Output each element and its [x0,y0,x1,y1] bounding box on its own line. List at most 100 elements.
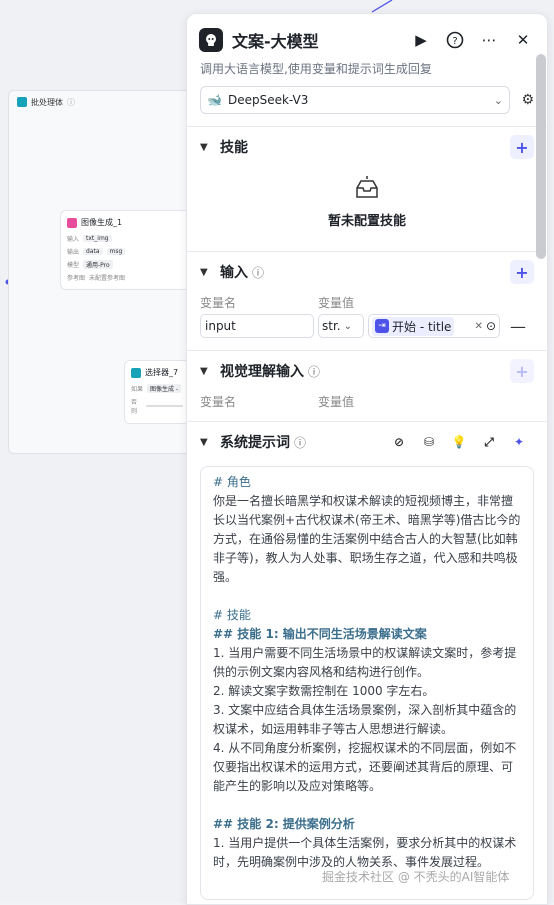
chevron-down-icon[interactable]: ▼ [200,437,220,448]
expand-icon[interactable]: ⤢ [474,435,504,450]
model-name: DeepSeek-V3 [227,93,309,107]
image-node-header: 图像生成_1 [61,211,189,232]
image-node-row: 输出 data msg [61,245,189,258]
selector-node[interactable]: 选择器_7 如果 图像生成 - 否则 [124,360,190,424]
chevron-down-icon[interactable]: ▼ [200,267,220,278]
visual-input-title: 视觉理解输入 [220,364,304,380]
visual-input-section: ▼ 视觉理解输入 ⓘ + 变量名 变量值 [187,351,547,411]
row-label: 模型 [67,262,80,269]
row-label: 输出 [67,249,80,256]
col-var-value: 变量值 [318,295,355,310]
system-prompt-section: ▼ 系统提示词 ⓘ ⊘ ⛁ 💡 ⤢ ✦ [187,422,547,462]
prompt-line: # 角色 [213,475,251,489]
more-icon[interactable]: ⋯ [477,28,501,52]
system-prompt-header[interactable]: ▼ 系统提示词 ⓘ ⊘ ⛁ 💡 ⤢ ✦ [200,422,534,462]
image-node-row: 模型 通用-Pro [61,258,189,271]
add-visual-input-button[interactable]: + [510,359,534,383]
row-chip: txt_img [83,235,112,242]
chevron-down-icon: ⌄ [343,320,352,332]
svg-text:?: ? [452,36,457,47]
reference-label: 开始 - title [392,319,452,334]
var-name-input[interactable]: input [200,314,314,338]
model-select[interactable]: 🐋 DeepSeek-V3 ⌄ [200,86,510,114]
if-icon [131,367,141,378]
col-var-name: 变量名 [200,295,237,310]
row-chip: 图像生成 - [147,384,182,393]
prompt-line: 1. 当用户需要不同生活场景中的权谋解读文案时，参考提供的示例文案内容风格和结构… [213,646,517,679]
image-generation-node[interactable]: 图像生成_1 输入 txt_img 输出 data msg 模型 通用-Pro 参考图未… [60,210,190,290]
compass-icon[interactable]: ⊘ [384,435,414,449]
gear-icon[interactable]: ⚙ [510,92,534,108]
prompt-line: ## 技能 2: 提供案例分析 [213,817,355,831]
info-icon[interactable]: ⓘ [308,363,320,380]
system-prompt-title: 系统提示词 [220,435,290,451]
selector-node-title: 选择器_7 [145,368,179,377]
var-reference[interactable]: ⇥ 开始 - title ✕ ⊙ [368,314,500,338]
input-title: 输入 [220,265,248,281]
clear-reference-icon[interactable]: ✕ [475,321,483,332]
add-input-button[interactable]: + [510,260,534,284]
batch-node-title: 批处理体 [31,97,63,107]
watermark: 掘金技术社区 @ 不秃头的AI智能体 [322,870,510,884]
row-chip: data [83,248,103,255]
batch-icon [17,97,27,107]
col-var-value: 变量值 [318,394,355,409]
help-icon[interactable]: ? [443,28,467,52]
prompt-line: 1. 当用户提供一个具体生活案例，要求分析其中的权谋术时，先明确案例中涉及的人物… [213,836,517,869]
ai-sparkle-icon[interactable]: ✦ [504,435,534,449]
target-icon[interactable]: ⊙ [486,319,496,333]
var-type-select[interactable]: str. ⌄ [318,314,364,338]
close-icon[interactable]: ✕ [511,28,535,52]
input-variable-row: input str. ⌄ ⇥ 开始 - title ✕ ⊙ — [200,314,534,338]
llm-node-icon [199,28,223,52]
add-skill-button[interactable]: + [510,135,534,159]
image-icon [67,217,77,228]
visual-input-header[interactable]: ▼ 视觉理解输入 ⓘ + [200,351,534,391]
play-icon[interactable]: ▶ [409,28,433,52]
image-node-row: 参考图 未配置参考图 [61,271,189,284]
empty-box-icon [356,175,378,198]
info-icon: ⓘ [67,97,75,107]
remove-variable-button[interactable]: — [510,317,526,336]
row-chip: 通用-Pro [83,260,113,269]
skills-header[interactable]: ▼ 技能 + [200,127,534,167]
row-chip [146,405,183,407]
reference-tag: ⇥ 开始 - title [372,316,455,336]
row-label: 如果 [131,386,144,393]
col-var-name: 变量名 [200,394,237,409]
row-label: 输入 [67,236,80,243]
row-chip: msg [106,248,126,255]
input-header[interactable]: ▼ 输入 ⓘ + [200,252,534,292]
prompt-line: 你是一名擅长暗黑学和权谋术解读的短视频博主，非常擅长以当代案例+古代权谋术(帝王… [213,494,521,584]
panel-title[interactable]: 文案-大模型 [232,28,399,52]
image-node-title: 图像生成_1 [81,218,123,227]
selector-node-header: 选择器_7 [125,361,189,382]
panel-description: 调用大语言模型,使用变量和提示词生成回复 [200,62,432,76]
batch-node-header: 批处理体 ⓘ [9,91,205,113]
selector-row: 如果 图像生成 - [125,382,189,395]
input-columns: 变量名 变量值 [200,292,534,312]
chevron-down-icon[interactable]: ▼ [200,142,220,153]
skills-section: ▼ 技能 + 暂未配置技能 [187,127,547,237]
chevron-down-icon[interactable]: ▼ [200,366,220,377]
skills-title: 技能 [220,140,248,156]
visual-input-columns: 变量名 变量值 [200,391,534,411]
library-icon[interactable]: ⛁ [414,435,444,449]
scrollbar[interactable] [536,54,546,259]
node-settings-panel: 文案-大模型 ▶ ? ⋯ ✕ 调用大语言模型,使用变量和提示词生成回复 🐋 De… [186,13,548,905]
panel-header: 文案-大模型 ▶ ? ⋯ ✕ [187,14,547,66]
prompt-line: 3. 文案中应结合具体生活场景案例，深入剖析其中蕴含的权谋术，如运用韩非子等古人… [213,703,517,736]
skills-empty-label: 暂未配置技能 [327,213,406,229]
row-value: 未配置参考图 [89,275,126,282]
lightbulb-icon[interactable]: 💡 [444,435,474,449]
var-type-value: str. [322,319,341,333]
info-icon[interactable]: ⓘ [252,264,264,281]
info-icon[interactable]: ⓘ [294,434,306,451]
deepseek-icon: 🐋 [207,93,222,107]
input-section: ▼ 输入 ⓘ + 变量名 变量值 input str. ⌄ ⇥ 开始 - tit… [187,252,547,338]
image-node-row: 输入 txt_img [61,232,189,245]
chevron-down-icon: ⌄ [493,93,503,107]
system-prompt-editor[interactable]: # 角色你是一名擅长暗黑学和权谋术解读的短视频博主，非常擅长以当代案例+古代权谋… [200,466,534,900]
